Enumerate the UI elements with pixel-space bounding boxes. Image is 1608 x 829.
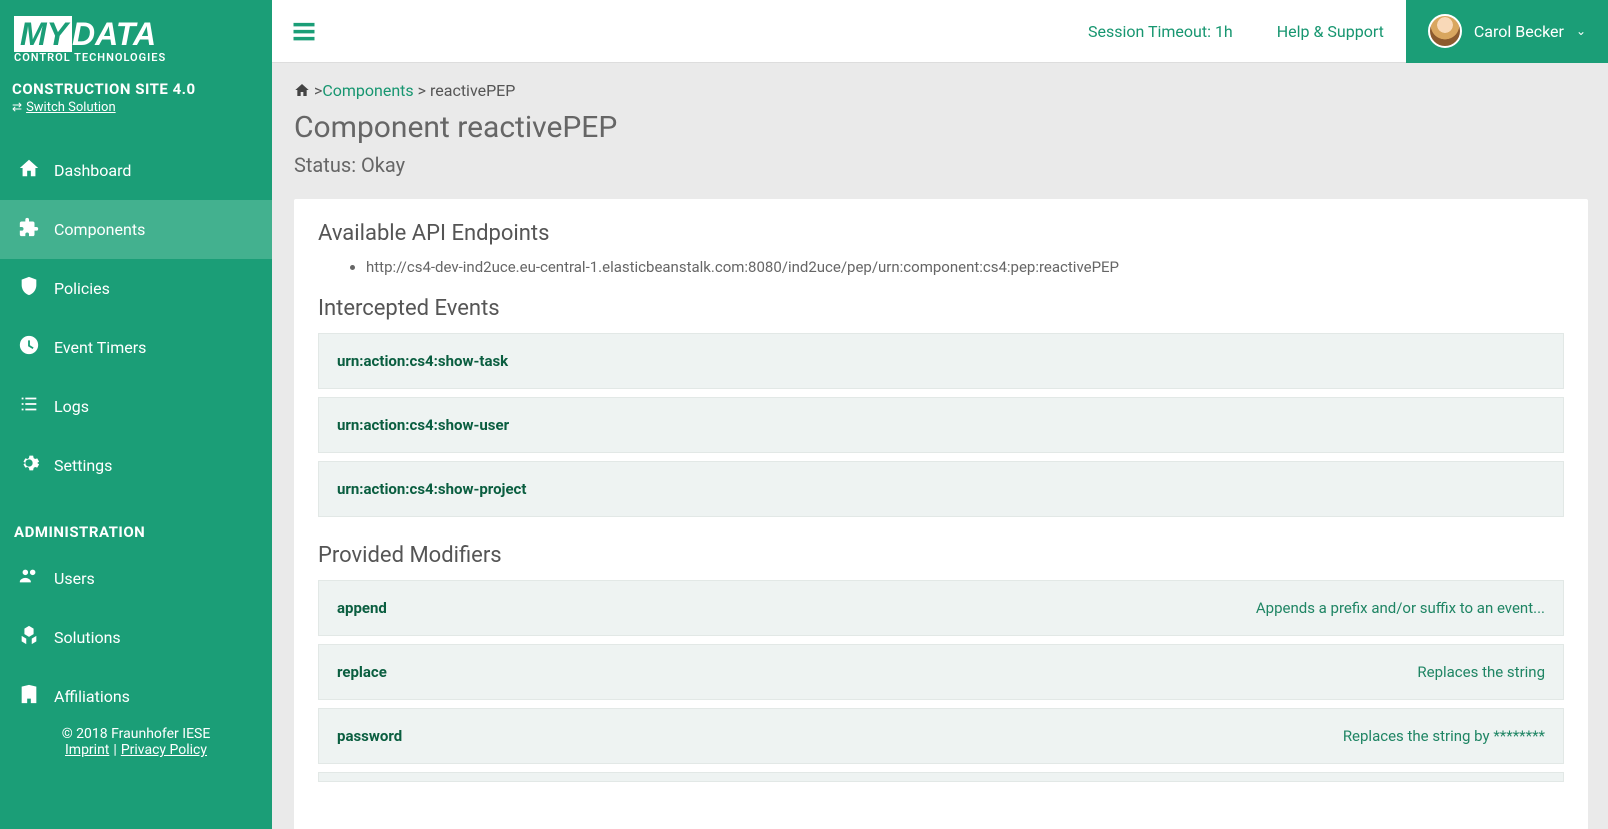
- breadcrumb: >Components > reactivePEP: [294, 81, 1588, 100]
- sidebar-footer: © 2018 Fraunhofer IESE Imprint|Privacy P…: [0, 726, 272, 768]
- swap-icon: ⇄: [12, 100, 22, 114]
- sidebar-item-label: Solutions: [54, 628, 121, 647]
- copyright: © 2018 Fraunhofer IESE: [0, 726, 272, 742]
- modifier-row[interactable]: replace Replaces the string: [318, 644, 1564, 700]
- solution-name: CONSTRUCTION SITE 4.0: [12, 80, 258, 98]
- modifier-row[interactable]: append Appends a prefix and/or suffix to…: [318, 580, 1564, 636]
- sidebar-item-label: Event Timers: [54, 338, 146, 357]
- api-endpoints-header: Available API Endpoints: [318, 221, 1564, 246]
- modifier-row[interactable]: password Replaces the string by ********: [318, 708, 1564, 764]
- sidebar-item-label: Affiliations: [54, 687, 130, 706]
- sidebar-toggle-button[interactable]: [272, 17, 335, 45]
- privacy-link[interactable]: Privacy Policy: [121, 742, 207, 758]
- sidebar-item-label: Settings: [54, 456, 112, 475]
- logo-my-text: MY: [14, 16, 72, 52]
- puzzle-icon: [18, 216, 40, 243]
- sidebar-item-label: Logs: [54, 397, 89, 416]
- user-name: Carol Becker: [1474, 22, 1564, 41]
- avatar: [1428, 14, 1462, 48]
- topbar: Session Timeout: 1h Help & Support Carol…: [272, 0, 1608, 63]
- event-name: urn:action:cs4:show-project: [337, 480, 526, 498]
- sidebar-admin-affiliations[interactable]: Affiliations: [0, 667, 272, 726]
- content-scroll[interactable]: >Components > reactivePEP Component reac…: [272, 63, 1608, 829]
- cubes-icon: [18, 624, 40, 651]
- sidebar-item-label: Policies: [54, 279, 110, 298]
- user-menu[interactable]: Carol Becker ⌄: [1406, 0, 1608, 63]
- page-title: Component reactivePEP: [294, 110, 1588, 145]
- events-list: urn:action:cs4:show-task urn:action:cs4:…: [318, 333, 1564, 517]
- list-icon: [18, 393, 40, 420]
- sidebar-item-dashboard[interactable]: Dashboard: [0, 141, 272, 200]
- session-timeout[interactable]: Session Timeout: 1h: [1066, 0, 1255, 63]
- modifier-desc: Replaces the string by ********: [1343, 727, 1545, 745]
- sidebar-admin-solutions[interactable]: Solutions: [0, 608, 272, 667]
- details-panel: Available API Endpoints http://cs4-dev-i…: [294, 199, 1588, 829]
- modifier-desc: Replaces the string: [1417, 663, 1545, 681]
- users-icon: [18, 565, 40, 592]
- sidebar-admin-users[interactable]: Users: [0, 549, 272, 608]
- breadcrumb-current: reactivePEP: [430, 81, 515, 100]
- status-line: Status: Okay: [294, 153, 1588, 177]
- event-name: urn:action:cs4:show-task: [337, 352, 508, 370]
- help-support-link[interactable]: Help & Support: [1255, 0, 1406, 63]
- modifiers-header: Provided Modifiers: [318, 543, 1564, 568]
- breadcrumb-components[interactable]: Components: [322, 81, 413, 100]
- sidebar: MYDATA CONTROL TECHNOLOGIES CONSTRUCTION…: [0, 0, 272, 829]
- event-row[interactable]: urn:action:cs4:show-task: [318, 333, 1564, 389]
- sidebar-item-settings[interactable]: Settings: [0, 436, 272, 495]
- shield-icon: [18, 275, 40, 302]
- event-name: urn:action:cs4:show-user: [337, 416, 509, 434]
- sidebar-item-label: Dashboard: [54, 161, 131, 180]
- modifier-name: append: [337, 599, 387, 617]
- modifier-desc: Appends a prefix and/or suffix to an eve…: [1256, 599, 1545, 617]
- chevron-down-icon: ⌄: [1576, 24, 1586, 38]
- modifier-name: replace: [337, 663, 387, 681]
- brand-logo: MYDATA CONTROL TECHNOLOGIES: [0, 0, 272, 70]
- event-row[interactable]: urn:action:cs4:show-project: [318, 461, 1564, 517]
- home-icon[interactable]: [294, 81, 314, 100]
- solution-block: CONSTRUCTION SITE 4.0 ⇄ Switch Solution: [0, 70, 272, 123]
- main-area: Session Timeout: 1h Help & Support Carol…: [272, 0, 1608, 829]
- events-header: Intercepted Events: [318, 296, 1564, 321]
- admin-nav: Users Solutions Affiliations: [0, 549, 272, 726]
- sidebar-item-label: Components: [54, 220, 145, 239]
- imprint-link[interactable]: Imprint: [65, 742, 109, 758]
- sidebar-item-event-timers[interactable]: Event Timers: [0, 318, 272, 377]
- logo-subtitle: CONTROL TECHNOLOGIES: [14, 51, 258, 64]
- switch-solution-link[interactable]: ⇄ Switch Solution: [12, 100, 258, 115]
- logo-data-text: DATA: [72, 16, 156, 52]
- dashboard-icon: [18, 157, 40, 184]
- building-icon: [18, 683, 40, 710]
- sidebar-item-logs[interactable]: Logs: [0, 377, 272, 436]
- switch-solution-label[interactable]: Switch Solution: [26, 100, 116, 115]
- clock-icon: [18, 334, 40, 361]
- admin-section-header: ADMINISTRATION: [0, 495, 272, 549]
- sidebar-item-policies[interactable]: Policies: [0, 259, 272, 318]
- main-nav: Dashboard Components Policies Event Time…: [0, 141, 272, 495]
- modifier-name: password: [337, 727, 402, 745]
- event-row[interactable]: urn:action:cs4:show-user: [318, 397, 1564, 453]
- sidebar-item-label: Users: [54, 569, 95, 588]
- gear-icon: [18, 452, 40, 479]
- modifier-row-peek[interactable]: [318, 772, 1564, 782]
- hamburger-icon: [290, 17, 318, 45]
- api-endpoint: http://cs4-dev-ind2uce.eu-central-1.elas…: [366, 256, 1564, 278]
- modifiers-list: append Appends a prefix and/or suffix to…: [318, 580, 1564, 782]
- sidebar-item-components[interactable]: Components: [0, 200, 272, 259]
- api-endpoints-list: http://cs4-dev-ind2uce.eu-central-1.elas…: [318, 256, 1564, 278]
